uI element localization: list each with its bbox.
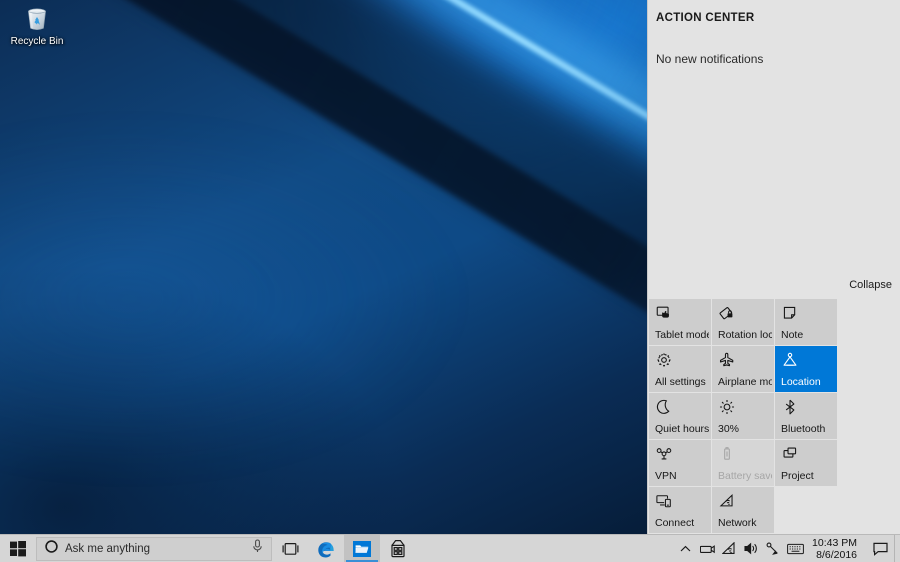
quick-action-note[interactable]: Note xyxy=(775,299,837,345)
taskbar: Ask me anything 10:43 PM 8/6/2016 xyxy=(0,534,900,562)
show-hidden-icons-button[interactable] xyxy=(674,535,696,562)
quick-action-rotation-lock[interactable]: Rotation lock xyxy=(712,299,774,345)
bluetooth-icon xyxy=(781,398,799,416)
quick-action-tablet-mode[interactable]: Tablet mode xyxy=(649,299,711,345)
onedrive-tray-icon[interactable] xyxy=(696,535,718,562)
quick-action-label: Battery saver xyxy=(718,470,772,482)
microphone-icon[interactable] xyxy=(252,539,263,558)
speaker-icon xyxy=(743,542,757,555)
onedrive-icon xyxy=(699,544,715,553)
project-icon xyxy=(781,445,799,463)
quick-actions-grid: Tablet mode Rotation lock xyxy=(648,299,900,534)
clock-date: 8/6/2016 xyxy=(816,548,857,561)
collapse-link[interactable]: Collapse xyxy=(849,279,892,291)
quick-action-label: 30% xyxy=(718,423,740,435)
volume-tray-icon[interactable] xyxy=(740,535,762,562)
quick-action-label: VPN xyxy=(655,470,677,482)
quiet-hours-icon xyxy=(655,398,673,416)
vpn-icon xyxy=(655,445,673,463)
quick-action-label: Connect xyxy=(655,517,695,529)
recycle-bin-icon xyxy=(22,4,52,34)
quick-action-label: Project xyxy=(781,470,814,482)
task-view-button[interactable] xyxy=(272,535,308,562)
action-center-button[interactable] xyxy=(866,535,894,562)
network-icon xyxy=(718,492,736,510)
brightness-icon xyxy=(718,398,736,416)
battery-saver-icon xyxy=(718,445,736,463)
quick-action-connect[interactable]: Connect xyxy=(649,487,711,533)
action-center-panel: ACTION CENTER No new notifications Colla… xyxy=(647,0,900,534)
quick-action-battery-saver[interactable]: Battery saver xyxy=(712,440,774,486)
keyboard-icon xyxy=(786,543,804,554)
desktop-icon-recycle-bin[interactable]: Recycle Bin xyxy=(4,4,70,54)
note-icon xyxy=(781,304,799,322)
quick-action-label: Tablet mode xyxy=(655,329,709,341)
quick-action-airplane-mode[interactable]: Airplane mode xyxy=(712,346,774,392)
start-button[interactable] xyxy=(0,535,36,562)
file-explorer-icon xyxy=(353,540,371,557)
quick-action-label: All settings xyxy=(655,376,706,388)
touch-keyboard-button[interactable] xyxy=(784,535,806,562)
quick-action-label: Rotation lock xyxy=(718,329,772,341)
file-explorer-button[interactable] xyxy=(344,535,380,562)
action-center-icon xyxy=(872,542,888,556)
collapse-row: Collapse xyxy=(648,275,900,299)
action-center-empty-message: No new notifications xyxy=(656,52,764,66)
clock-time: 10:43 PM xyxy=(812,536,857,549)
location-icon xyxy=(781,351,799,369)
quick-action-label: Note xyxy=(781,329,804,341)
all-settings-icon xyxy=(655,351,673,369)
quick-action-location[interactable]: Location xyxy=(775,346,837,392)
windows-desktop-screen: Recycle Bin ACTION CENTER No new notific… xyxy=(0,0,900,562)
system-tray: 10:43 PM 8/6/2016 xyxy=(674,535,900,562)
quick-action-label: Location xyxy=(781,376,821,388)
action-center-notification-area xyxy=(648,66,900,275)
rotation-lock-icon xyxy=(718,304,736,322)
pen-icon xyxy=(766,542,778,555)
quick-action-label: Quiet hours xyxy=(655,423,709,435)
desktop-wallpaper[interactable]: Recycle Bin xyxy=(0,0,648,534)
network-tray-icon[interactable] xyxy=(718,535,740,562)
quick-action-all-settings[interactable]: All settings xyxy=(649,346,711,392)
edge-button[interactable] xyxy=(308,535,344,562)
wallpaper-haze xyxy=(0,106,648,534)
task-view-icon xyxy=(282,542,298,555)
quick-action-label: Airplane mode xyxy=(718,376,772,388)
wifi-icon xyxy=(721,542,735,554)
chevron-up-icon xyxy=(680,545,690,551)
airplane-mode-icon xyxy=(718,351,736,369)
quick-action-network[interactable]: Network xyxy=(712,487,774,533)
search-input[interactable]: Ask me anything xyxy=(65,543,252,555)
quick-action-quiet-hours[interactable]: Quiet hours xyxy=(649,393,711,439)
quick-action-bluetooth[interactable]: Bluetooth xyxy=(775,393,837,439)
search-box[interactable]: Ask me anything xyxy=(36,536,272,561)
cortana-circle-icon xyxy=(45,539,58,558)
quick-action-label: Network xyxy=(718,517,757,529)
quick-action-project[interactable]: Project xyxy=(775,440,837,486)
show-desktop-button[interactable] xyxy=(894,535,900,562)
quick-action-brightness[interactable]: 30% xyxy=(712,393,774,439)
quick-action-vpn[interactable]: VPN xyxy=(649,440,711,486)
recycle-bin-label: Recycle Bin xyxy=(10,36,64,47)
store-button[interactable] xyxy=(380,535,416,562)
action-center-title: ACTION CENTER xyxy=(656,12,755,24)
edge-icon xyxy=(318,541,334,557)
ease-of-access-tray-icon[interactable] xyxy=(762,535,784,562)
quick-action-label: Bluetooth xyxy=(781,423,826,435)
windows-logo-icon xyxy=(10,540,26,556)
tablet-mode-icon xyxy=(655,304,673,322)
connect-icon xyxy=(655,492,673,510)
clock[interactable]: 10:43 PM 8/6/2016 xyxy=(806,537,866,561)
store-icon xyxy=(391,540,405,558)
